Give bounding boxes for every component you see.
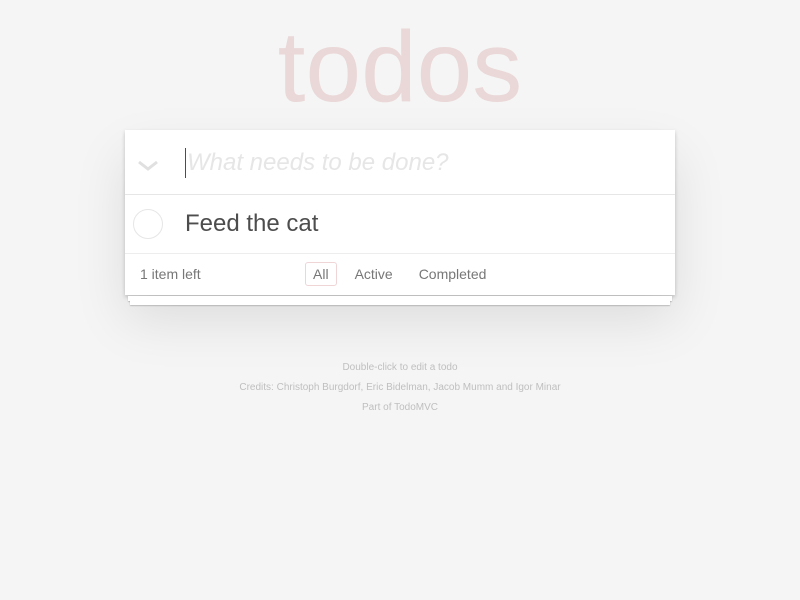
todo-footer: 1 item left All Active Completed <box>125 254 675 295</box>
app-title: todos <box>277 11 523 123</box>
filter-tabs: All Active Completed <box>305 262 494 286</box>
todo-app-panel: Feed the cat 1 item left All Active Comp… <box>125 130 675 305</box>
filter-active[interactable]: Active <box>347 262 401 286</box>
chevron-down-icon[interactable] <box>125 130 170 195</box>
todo-list: Feed the cat <box>125 195 675 254</box>
edit-hint: Double-click to edit a todo <box>342 362 458 373</box>
filter-completed[interactable]: Completed <box>411 262 495 286</box>
filter-all[interactable]: All <box>305 262 337 286</box>
items-left-count: 1 item left <box>140 266 201 282</box>
todomvc-link[interactable]: Part of TodoMVC <box>0 398 800 418</box>
todo-item[interactable]: Feed the cat <box>125 195 675 254</box>
info-footer: Double-click to edit a todo Credits: Chr… <box>0 358 800 418</box>
new-todo-row <box>125 130 675 195</box>
panel-stack-layer <box>130 300 670 305</box>
new-todo-input[interactable] <box>185 148 655 178</box>
credits: Credits: Christoph Burgdorf, Eric Bidelm… <box>239 382 561 393</box>
todo-toggle-checkbox[interactable] <box>133 209 163 239</box>
todo-label[interactable]: Feed the cat <box>185 210 318 238</box>
